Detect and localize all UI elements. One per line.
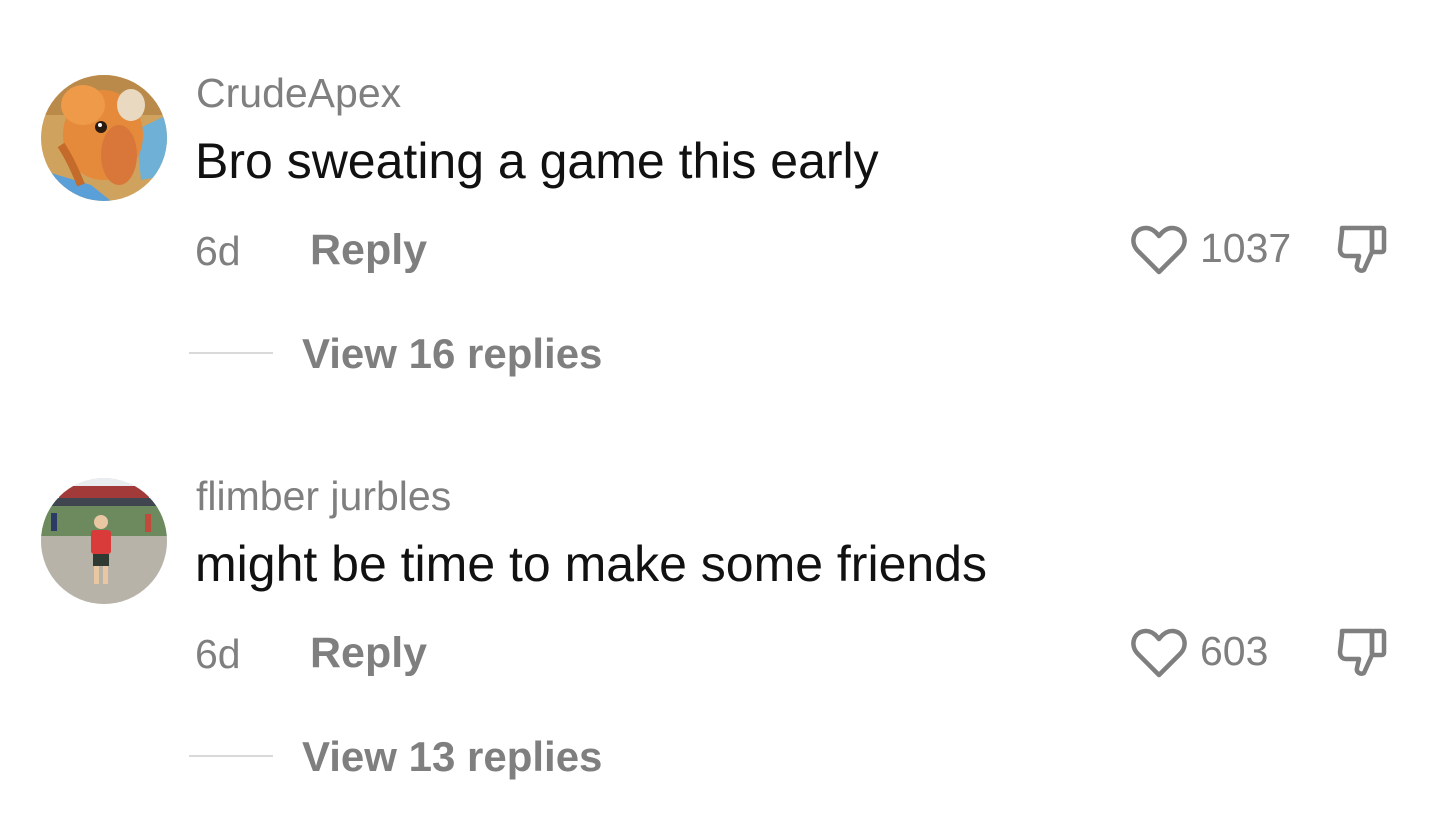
avatar[interactable]: [41, 478, 167, 604]
comment-text: might be time to make some friends: [195, 536, 987, 592]
reply-button[interactable]: Reply: [310, 226, 427, 275]
avatar[interactable]: [41, 75, 167, 201]
comment-username[interactable]: CrudeApex: [196, 70, 401, 117]
thumbs-down-icon[interactable]: [1336, 222, 1390, 276]
comment-item: CrudeApex Bro sweating a game this early…: [0, 0, 1440, 400]
comment-username[interactable]: flimber jurbles: [196, 473, 451, 520]
comment-timestamp: 6d: [195, 228, 241, 274]
view-replies-button[interactable]: View 16 replies: [302, 330, 602, 378]
comment-item: flimber jurbles might be time to make so…: [0, 403, 1440, 803]
like-count: 1037: [1200, 225, 1292, 271]
comment-timestamp: 6d: [195, 631, 241, 677]
heart-outline-icon[interactable]: [1130, 224, 1188, 276]
view-replies-button[interactable]: View 13 replies: [302, 733, 602, 781]
heart-outline-icon[interactable]: [1130, 627, 1188, 679]
replies-divider: [189, 755, 273, 757]
comment-text: Bro sweating a game this early: [195, 133, 879, 189]
reply-button[interactable]: Reply: [310, 629, 427, 678]
thumbs-down-icon[interactable]: [1336, 625, 1390, 679]
like-count: 603: [1200, 628, 1269, 674]
replies-divider: [189, 352, 273, 354]
